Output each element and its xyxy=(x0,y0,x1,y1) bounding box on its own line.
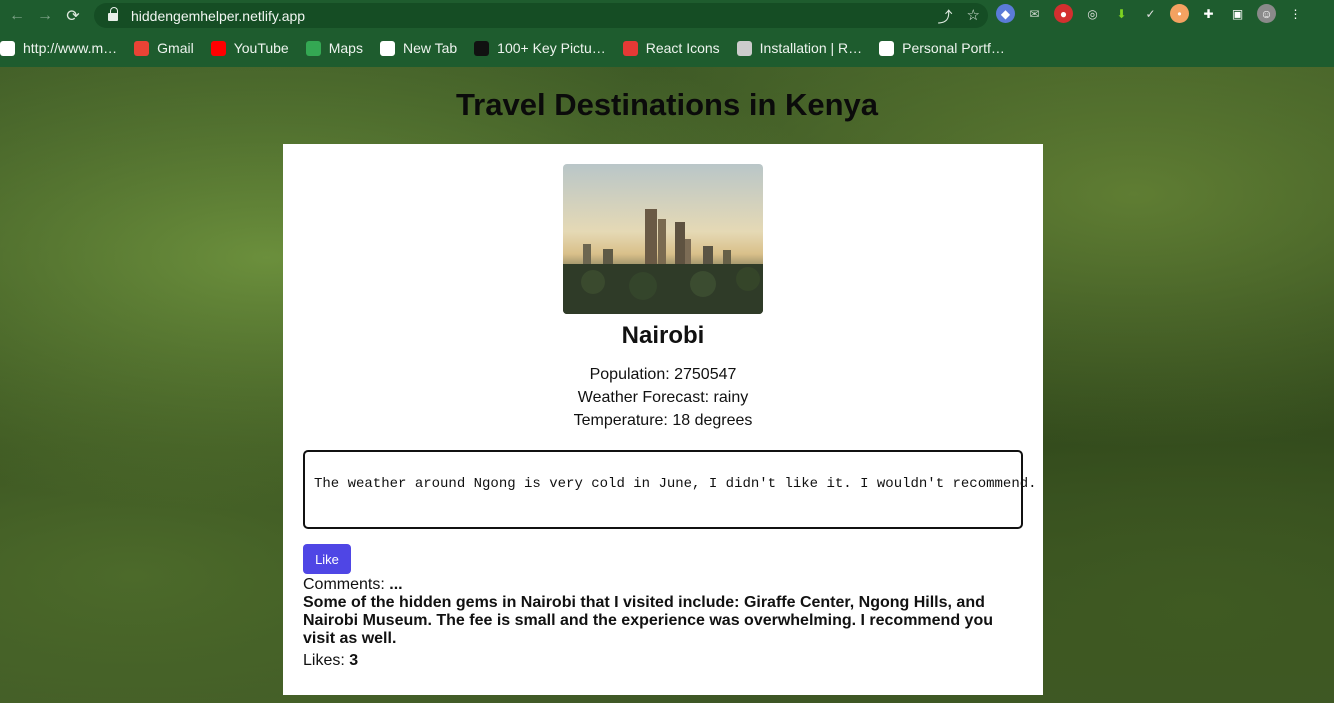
extension-icon[interactable]: • xyxy=(1170,4,1189,23)
like-button[interactable]: Like xyxy=(303,544,351,574)
extension-icon[interactable]: ● xyxy=(1054,4,1073,23)
bookmark-label: 100+ Key Pictu… xyxy=(497,40,606,56)
gmail-icon xyxy=(134,40,150,56)
side-panel-icon[interactable]: ▣ xyxy=(1228,4,1247,23)
avatar[interactable]: ☺ xyxy=(1257,4,1276,23)
likes-count: Likes: 3 xyxy=(303,652,358,670)
maps-icon xyxy=(305,40,321,56)
page-body: Travel Destinations in Kenya Nairobi Pop… xyxy=(0,67,1334,703)
reload-icon[interactable]: ⟳ xyxy=(62,5,84,27)
extensions-bar: ◆ ✉ ● ◎ ⬇ ✓ • ✚ ▣ ☺ ⋮ xyxy=(996,4,1305,23)
bookmark-label: Installation | R… xyxy=(759,40,863,56)
bookmark-label: Personal Portf… xyxy=(902,40,1005,56)
share-icon[interactable]: ⤴ xyxy=(938,6,953,27)
bookmark-item[interactable]: Installation | R… xyxy=(736,40,863,56)
likes-number: 3 xyxy=(349,652,359,669)
bookmarks-bar: http://www.m… Gmail YouTube Maps New Tab 100+… xyxy=(0,35,1334,61)
bookmark-item[interactable]: Personal Portf… xyxy=(879,40,1005,56)
forward-arrow-icon[interactable]: → xyxy=(34,5,56,27)
bookmark-item[interactable]: YouTube xyxy=(210,40,289,56)
bookmark-label: YouTube xyxy=(233,40,289,56)
page-title: Travel Destinations in Kenya xyxy=(455,87,879,122)
review-text[interactable]: The weather around Ngong is very cold in… xyxy=(314,476,1037,492)
youtube-icon xyxy=(210,40,226,56)
bookmark-label: New Tab xyxy=(402,40,458,56)
population-text: Population: 2750547 xyxy=(589,366,737,383)
likes-label: Likes: xyxy=(303,652,345,669)
city-image xyxy=(563,164,763,314)
bookmark-item[interactable]: 100+ Key Pictu… xyxy=(474,40,606,56)
menu-icon[interactable]: ⋮ xyxy=(1286,4,1305,23)
comments-section: Comments: ... Some of the hidden gems in… xyxy=(303,576,1023,648)
react-icon xyxy=(622,40,638,56)
url-text[interactable]: hiddengemhelper.netlify.app xyxy=(131,8,305,24)
browser-chrome: ← → ⟳ hiddengemhelper.netlify.app ⤴ ☆ ◆ … xyxy=(0,0,1334,67)
back-arrow-icon[interactable]: ← xyxy=(6,5,28,27)
temperature-text: Temperature: 18 degrees xyxy=(573,412,753,429)
browser-toolbar: ← → ⟳ hiddengemhelper.netlify.app ⤴ ☆ ◆ … xyxy=(0,0,1334,31)
bookmark-item[interactable]: Gmail xyxy=(134,40,194,56)
lock-icon xyxy=(108,6,118,21)
comments-ellipsis: ... xyxy=(389,576,403,593)
destination-card: Nairobi Population: 2750547 Weather Fore… xyxy=(283,144,1043,695)
bookmark-label: Gmail xyxy=(157,40,194,56)
puzzle-icon[interactable]: ✚ xyxy=(1199,4,1218,23)
bookmark-item[interactable]: React Icons xyxy=(622,40,720,56)
comments-label: Comments: xyxy=(303,576,385,593)
star-icon[interactable]: ☆ xyxy=(967,6,980,27)
comment-text: Some of the hidden gems in Nairobi that … xyxy=(303,594,993,647)
weather-text: Weather Forecast: rainy xyxy=(577,389,749,406)
extension-icon[interactable]: ◆ xyxy=(996,4,1015,23)
bookmark-favicon-icon xyxy=(474,40,490,56)
address-bar[interactable]: hiddengemhelper.netlify.app ⤴ ☆ xyxy=(94,3,988,28)
globe-icon xyxy=(379,40,395,56)
bookmark-favicon-icon xyxy=(0,40,15,56)
bookmark-label: Maps xyxy=(328,40,363,56)
bookmark-label: React Icons xyxy=(645,40,720,56)
package-icon xyxy=(736,40,752,56)
review-textarea[interactable]: The weather around Ngong is very cold in… xyxy=(303,450,1037,529)
bookmark-item[interactable]: http://www.m… xyxy=(0,40,117,56)
mail-icon[interactable]: ✉ xyxy=(1025,4,1044,23)
bookmark-item[interactable]: New Tab xyxy=(379,40,458,56)
sync-icon[interactable]: ◎ xyxy=(1083,4,1102,23)
city-name: Nairobi xyxy=(621,322,705,349)
check-circle-icon[interactable]: ✓ xyxy=(1141,4,1160,23)
globe-icon xyxy=(879,40,895,56)
download-icon[interactable]: ⬇ xyxy=(1112,4,1131,23)
bookmark-item[interactable]: Maps xyxy=(305,40,363,56)
bookmark-label: http://www.m… xyxy=(23,40,118,56)
